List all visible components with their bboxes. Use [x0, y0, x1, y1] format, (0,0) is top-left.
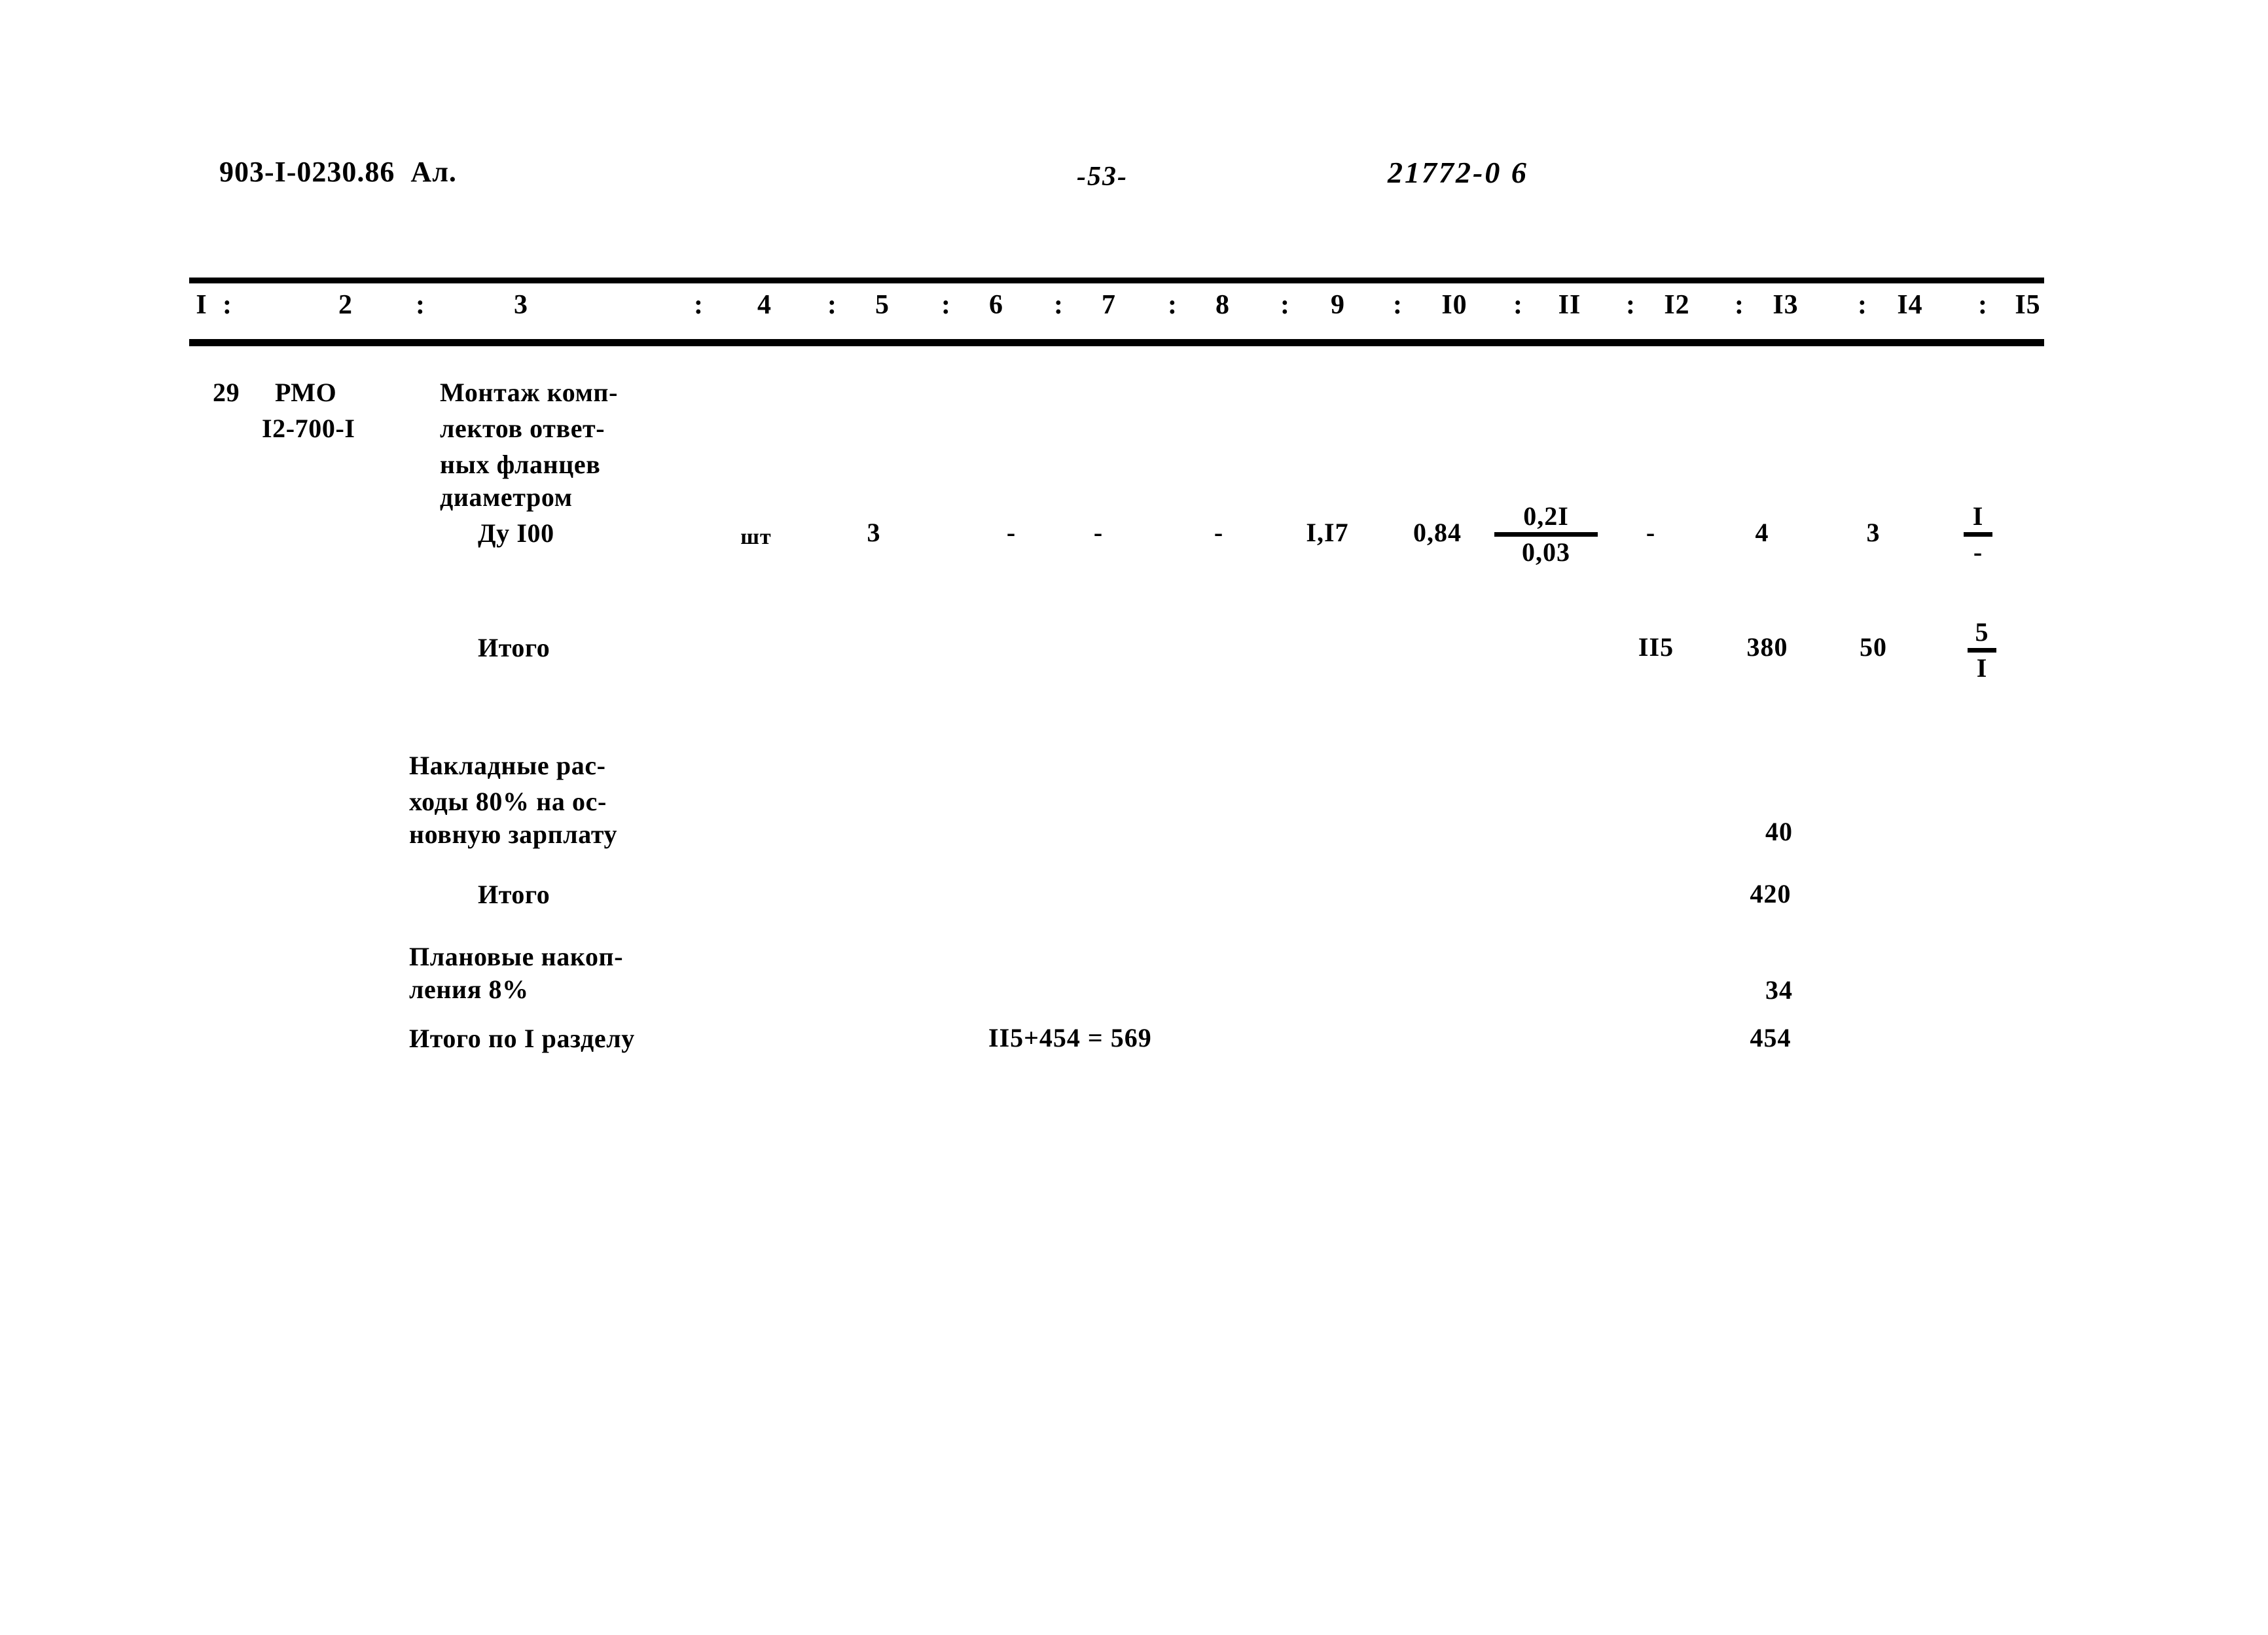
row-29-col11-denominator: 0,03 — [1522, 537, 1570, 567]
column-separator: : — [941, 290, 951, 320]
row-total-1-col12: II5 — [1638, 632, 1674, 662]
row-planned-savings-line1: Плановые накоп- — [409, 942, 624, 971]
row-29-col8: - — [1214, 518, 1224, 547]
column-header-1: I — [196, 290, 207, 320]
row-total-1-col15-fraction: 5 I — [1959, 619, 2005, 682]
column-header-13: I3 — [1773, 290, 1799, 320]
column-header-14: I4 — [1897, 290, 1923, 320]
column-header-5: 5 — [875, 290, 890, 320]
column-separator: : — [1054, 290, 1064, 320]
row-planned-savings-line2: ления 8% — [409, 975, 529, 1004]
row-29-col15-denominator: - — [1973, 537, 1983, 567]
document-code: 903-I-0230.86 Ал. — [219, 156, 457, 188]
column-header-2: 2 — [338, 290, 353, 320]
row-29-position-number: 29 — [213, 378, 240, 407]
row-29-col11-fraction: 0,2I 0,03 — [1494, 503, 1598, 566]
column-separator: : — [223, 290, 232, 320]
row-29-col12: - — [1646, 518, 1656, 547]
column-separator: : — [1280, 290, 1290, 320]
column-separator: : — [1393, 290, 1403, 320]
row-overhead-col13: 40 — [1765, 817, 1793, 846]
fraction-bar — [1494, 532, 1598, 537]
column-separator: : — [1513, 290, 1523, 320]
row-29-description-line1: Монтаж комп- — [440, 378, 618, 407]
table-top-rule — [189, 278, 2044, 283]
row-29-col9: I,I7 — [1306, 518, 1349, 547]
row-overhead-line2: ходы 80% на ос- — [409, 787, 607, 816]
column-separator: : — [1735, 290, 1744, 320]
row-29-description-line2: лектов ответ- — [440, 414, 605, 443]
row-total-1-col15-denominator: I — [1976, 653, 1988, 683]
row-section-total-col13: 454 — [1750, 1023, 1791, 1052]
row-29-code-line1: РМО — [275, 378, 337, 407]
row-29-col6: - — [1006, 518, 1017, 547]
archive-number: 21772-0 6 — [1388, 156, 1528, 189]
row-total-2-label: Итого — [478, 880, 550, 909]
column-header-7: 7 — [1102, 290, 1116, 320]
row-planned-savings-col13: 34 — [1765, 975, 1793, 1005]
row-29-col11-numerator: 0,2I — [1523, 501, 1569, 531]
row-29-unit: шт — [740, 525, 772, 549]
column-separator: : — [1978, 290, 1988, 320]
column-header-4: 4 — [757, 290, 772, 320]
row-total-1-col13: 380 — [1746, 632, 1788, 662]
row-29-description-line4: диаметром — [440, 482, 573, 512]
row-total-2-col13: 420 — [1750, 879, 1791, 908]
fraction-bar — [1968, 648, 1996, 653]
column-header-10: I0 — [1441, 290, 1467, 320]
row-overhead-line1: Накладные рас- — [409, 751, 606, 780]
page-number: -53- — [1077, 162, 1128, 192]
column-separator: : — [1626, 290, 1636, 320]
row-total-1-col14: 50 — [1860, 632, 1887, 662]
row-overhead-line3: новную зарплату — [409, 819, 618, 849]
column-header-11: II — [1558, 290, 1581, 320]
row-29-description-line5: Ду I00 — [478, 518, 554, 548]
column-separator: : — [827, 290, 837, 320]
row-29-col15-fraction: I - — [1955, 503, 2001, 566]
column-header-6: 6 — [989, 290, 1003, 320]
fraction-bar — [1964, 532, 1992, 537]
row-section-total-label: Итого по I разделу — [409, 1024, 635, 1053]
document-page: 903-I-0230.86 Ал. -53- 21772-0 6 I : 2 :… — [0, 0, 2268, 1635]
row-29-col13: 4 — [1755, 518, 1769, 547]
row-29-code-line2: I2-700-I — [262, 414, 355, 443]
row-29-quantity: 3 — [867, 518, 881, 547]
row-29-col10: 0,84 — [1413, 518, 1462, 547]
column-header-3: 3 — [514, 290, 528, 320]
column-separator: : — [416, 290, 425, 320]
column-separator: : — [694, 290, 704, 320]
row-total-1-label: Итого — [478, 633, 550, 662]
column-separator: : — [1168, 290, 1178, 320]
table-bottom-rule — [189, 339, 2044, 346]
row-total-1-col15-numerator: 5 — [1975, 617, 1989, 647]
column-separator: : — [1858, 290, 1867, 320]
column-header-8: 8 — [1215, 290, 1230, 320]
column-header-15: I5 — [2015, 290, 2041, 320]
row-29-description-line3: ных фланцев — [440, 450, 601, 479]
row-section-total-formula: II5+454 = 569 — [988, 1023, 1152, 1052]
column-header-12: I2 — [1664, 290, 1690, 320]
row-29-col14: 3 — [1866, 518, 1881, 547]
column-header-9: 9 — [1331, 290, 1345, 320]
row-29-col15-numerator: I — [1972, 501, 1984, 531]
row-29-col7: - — [1093, 518, 1104, 547]
